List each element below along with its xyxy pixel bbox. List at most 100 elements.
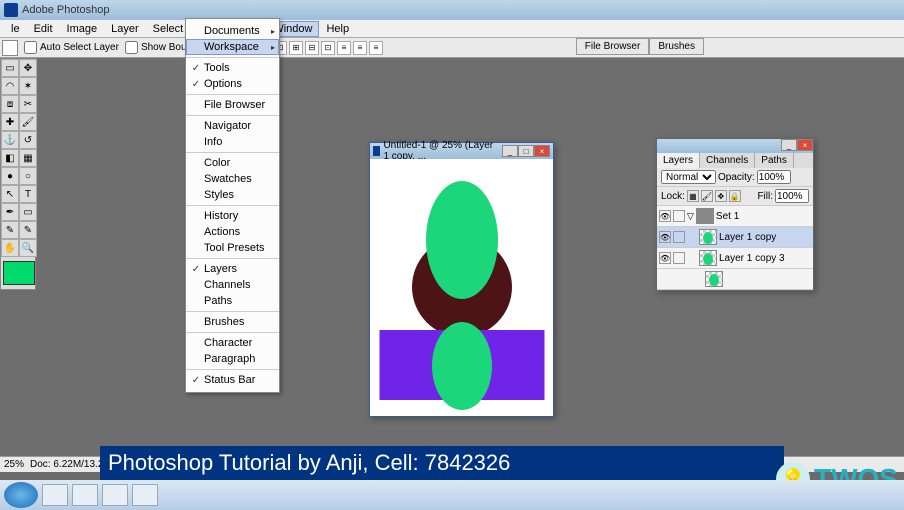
folder-icon [696, 208, 714, 224]
move-tool-icon[interactable] [2, 40, 18, 56]
menu-history[interactable]: History [186, 208, 279, 224]
fill-input[interactable] [775, 189, 809, 203]
tab-file-browser[interactable]: File Browser [576, 38, 650, 55]
tab-channels[interactable]: Channels [700, 153, 755, 168]
minimize-icon[interactable]: _ [502, 145, 518, 157]
gradient-tool-icon[interactable]: ▦ [19, 149, 37, 167]
menu-paragraph[interactable]: Paragraph [186, 351, 279, 367]
notes-tool-icon[interactable]: ✎ [1, 221, 19, 239]
lock-position-icon[interactable]: ✥ [715, 190, 727, 202]
layer-thumbnail[interactable] [699, 250, 717, 266]
menu-navigator[interactable]: Navigator [186, 118, 279, 134]
eyedropper-tool-icon[interactable]: ✎ [19, 221, 37, 239]
wand-tool-icon[interactable]: ✶ [19, 77, 37, 95]
distribute-icon[interactable]: ≡ [353, 41, 367, 55]
menu-documents[interactable]: Documents▸ [186, 23, 279, 39]
hand-tool-icon[interactable]: ✋ [1, 239, 19, 257]
align-icon[interactable]: ⊡ [321, 41, 335, 55]
menu-character[interactable]: Character [186, 335, 279, 351]
menu-edit[interactable]: Edit [27, 21, 60, 37]
foreground-color-swatch[interactable] [3, 261, 35, 285]
menu-paths[interactable]: Paths [186, 293, 279, 309]
lasso-tool-icon[interactable]: ◠ [1, 77, 19, 95]
layer-row-set[interactable]: 👁 ▽ Set 1 [657, 206, 813, 227]
opacity-input[interactable] [757, 170, 791, 184]
menu-info[interactable]: Info [186, 134, 279, 150]
link-icon[interactable] [673, 231, 685, 243]
lock-transparency-icon[interactable]: ▦ [687, 190, 699, 202]
menu-layer[interactable]: Layer [104, 21, 146, 37]
menu-swatches[interactable]: Swatches [186, 171, 279, 187]
marquee-tool-icon[interactable]: ▭ [1, 59, 19, 77]
start-button[interactable] [4, 482, 38, 508]
shape-tool-icon[interactable]: ▭ [19, 203, 37, 221]
path-tool-icon[interactable]: ↖ [1, 185, 19, 203]
visibility-icon[interactable]: 👁 [659, 252, 671, 264]
tab-paths[interactable]: Paths [755, 153, 794, 168]
menu-select[interactable]: Select [146, 21, 191, 37]
menu-status-bar[interactable]: ✓Status Bar [186, 372, 279, 388]
brush-tool-icon[interactable]: 🖌 [19, 113, 37, 131]
zoom-tool-icon[interactable]: 🔍 [19, 239, 37, 257]
menu-tool-presets[interactable]: Tool Presets [186, 240, 279, 256]
slice-tool-icon[interactable]: ✂ [19, 95, 37, 113]
minimize-icon[interactable]: _ [781, 139, 797, 151]
taskbar-app-icon[interactable] [132, 484, 158, 506]
stamp-tool-icon[interactable]: ⚓ [1, 131, 19, 149]
auto-select-checkbox[interactable]: Auto Select Layer [24, 41, 119, 54]
menu-workspace[interactable]: Workspace▸ [186, 39, 279, 55]
taskbar-explorer-icon[interactable] [42, 484, 68, 506]
menu-file-browser[interactable]: File Browser [186, 97, 279, 113]
tab-layers[interactable]: Layers [657, 153, 700, 168]
menu-actions[interactable]: Actions [186, 224, 279, 240]
eraser-tool-icon[interactable]: ◧ [1, 149, 19, 167]
menu-tools[interactable]: ✓Tools [186, 60, 279, 76]
crop-tool-icon[interactable]: ⧈ [1, 95, 19, 113]
align-icon[interactable]: ⊟ [305, 41, 319, 55]
menu-layers[interactable]: ✓Layers [186, 261, 279, 277]
visibility-icon[interactable]: 👁 [659, 210, 671, 222]
document-title-bar[interactable]: Untitled-1 @ 25% (Layer 1 copy, ... _ □ … [370, 143, 553, 159]
close-icon[interactable]: × [534, 145, 550, 157]
auto-select-box[interactable] [24, 41, 37, 54]
menu-file[interactable]: le [4, 21, 27, 37]
menu-channels[interactable]: Channels [186, 277, 279, 293]
visibility-icon[interactable]: 👁 [659, 231, 671, 243]
distribute-icon[interactable]: ≡ [337, 41, 351, 55]
lock-pixels-icon[interactable]: 🖌 [701, 190, 713, 202]
banner-text: Photoshop Tutorial by Anji, Cell: 784232… [108, 450, 510, 475]
move-tool-icon[interactable]: ✥ [19, 59, 37, 77]
layer-row[interactable]: 👁 Layer 1 copy 3 [657, 248, 813, 269]
distribute-icon[interactable]: ≡ [369, 41, 383, 55]
dodge-tool-icon[interactable]: ○ [19, 167, 37, 185]
canvas[interactable] [370, 159, 553, 416]
type-tool-icon[interactable]: T [19, 185, 37, 203]
align-icon[interactable]: ⊞ [289, 41, 303, 55]
link-icon[interactable] [673, 252, 685, 264]
pen-tool-icon[interactable]: ✒ [1, 203, 19, 221]
close-icon[interactable]: × [797, 139, 813, 151]
menu-color[interactable]: Color [186, 155, 279, 171]
link-icon[interactable] [673, 210, 685, 222]
maximize-icon[interactable]: □ [518, 145, 534, 157]
blur-tool-icon[interactable]: ● [1, 167, 19, 185]
blend-mode-select[interactable]: Normal [661, 170, 716, 184]
menu-options[interactable]: ✓Options [186, 76, 279, 92]
menu-help[interactable]: Help [319, 21, 356, 37]
panel-title-bar[interactable]: _ × [657, 139, 813, 153]
checkmark-icon: ✓ [190, 264, 202, 275]
taskbar-app-icon[interactable] [72, 484, 98, 506]
zoom-value[interactable]: 25% [4, 459, 24, 470]
layer-thumbnail[interactable] [705, 271, 723, 287]
history-brush-icon[interactable]: ↺ [19, 131, 37, 149]
tab-brushes[interactable]: Brushes [649, 38, 704, 55]
menu-brushes[interactable]: Brushes [186, 314, 279, 330]
layer-thumbnail[interactable] [699, 229, 717, 245]
menu-image[interactable]: Image [60, 21, 105, 37]
taskbar-app-icon[interactable] [102, 484, 128, 506]
menu-styles[interactable]: Styles [186, 187, 279, 203]
layer-row-selected[interactable]: 👁 Layer 1 copy [657, 227, 813, 248]
lock-all-icon[interactable]: 🔒 [729, 190, 741, 202]
heal-tool-icon[interactable]: ✚ [1, 113, 19, 131]
show-bounding-box[interactable] [125, 41, 138, 54]
